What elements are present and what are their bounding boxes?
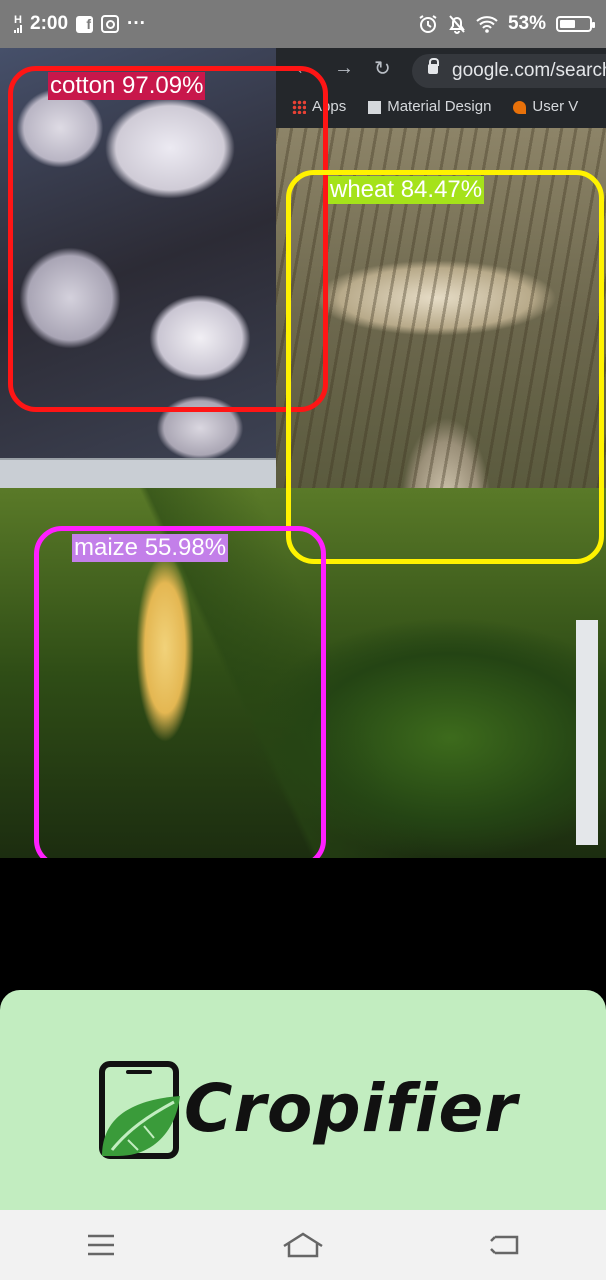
url-bar: google.com/search? — [412, 54, 606, 88]
network-type: H — [14, 14, 22, 26]
bookmark-icon — [368, 100, 382, 114]
battery-icon — [556, 16, 595, 32]
app-logo-card: Cropifier — [0, 990, 606, 1215]
status-bar: H 2:00 f ··· 53% — [0, 0, 606, 48]
monitor-edge — [576, 620, 598, 845]
forward-arrow-icon: → — [334, 57, 354, 79]
back-button[interactable] — [475, 1220, 535, 1270]
url-text: google.com/search? — [452, 60, 606, 81]
battery-fill — [560, 20, 575, 28]
bookmark-user: User V — [513, 98, 578, 115]
phone-leaf-logo-icon — [99, 1061, 180, 1159]
battery-percent: 53% — [507, 13, 546, 34]
bookmark-icon — [513, 100, 527, 114]
facebook-icon: f — [76, 15, 94, 33]
detection-label-maize: maize 55.98% — [72, 534, 229, 562]
detection-box-cotton — [8, 66, 328, 412]
signal-icon: H — [14, 15, 22, 33]
detection-image: ← → ↻ google.com/search? Apps Material D… — [0, 48, 606, 858]
lock-icon — [428, 58, 439, 74]
home-icon — [283, 1232, 323, 1258]
back-icon — [490, 1235, 519, 1255]
instagram-icon — [101, 15, 120, 33]
more-notifications: ··· — [127, 13, 147, 34]
bookmarks-bar: Apps Material Design User V — [292, 98, 578, 115]
system-nav-bar — [0, 1210, 606, 1280]
menu-button[interactable] — [71, 1220, 131, 1270]
reload-icon: ↻ — [374, 58, 391, 80]
bookmark-material-design: Material Design — [368, 98, 491, 115]
alarm-icon — [419, 15, 437, 33]
detection-box-maize — [34, 526, 326, 858]
detection-box-wheat — [286, 170, 604, 564]
clock: 2:00 — [30, 13, 69, 34]
detection-label-wheat: wheat 84.47% — [328, 176, 485, 204]
wifi-icon — [476, 16, 498, 33]
detection-label-cotton: cotton 97.09% — [48, 72, 206, 100]
notifications-off-icon — [449, 15, 465, 34]
menu-icon — [88, 1234, 114, 1256]
home-button[interactable] — [273, 1220, 333, 1270]
app-name: Cropifier — [184, 1070, 518, 1147]
